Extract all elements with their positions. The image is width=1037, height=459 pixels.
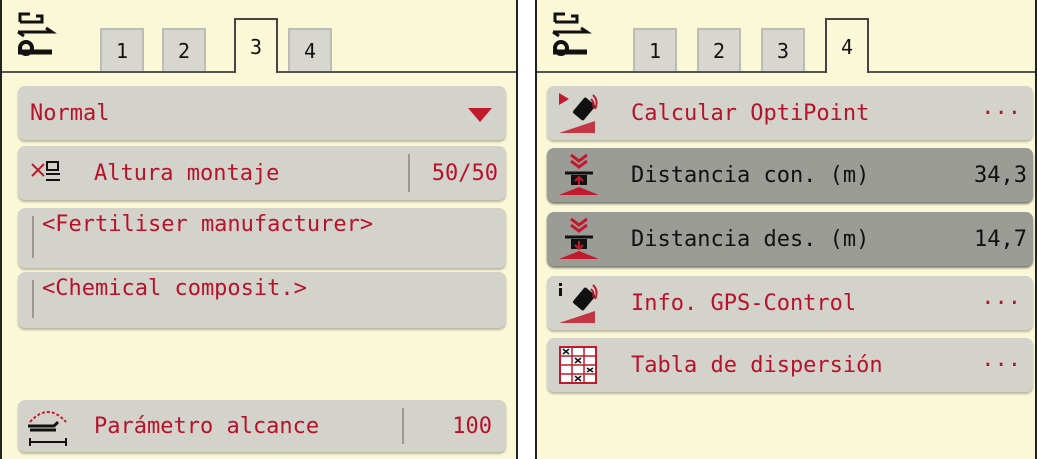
fertiliser-manufacturer-field[interactable]: <Fertiliser manufacturer>: [18, 208, 506, 268]
calculate-optipoint-button[interactable]: Calcular OptiPoint ···: [547, 86, 1033, 140]
switch-on-distance-button[interactable]: Distancia con. (m) 34,3: [547, 148, 1033, 202]
right-screen-panel: 1 2 3 4 Calcular OptiPoint ··· Distancia…: [535, 0, 1037, 459]
switch-on-distance-value: 34,3: [974, 162, 1027, 188]
tab-4[interactable]: 4: [288, 28, 332, 71]
switch-off-distance-icon: [557, 217, 601, 261]
mode-dropdown-value: Normal: [30, 100, 110, 126]
value-separator: [408, 154, 410, 192]
tab-1[interactable]: 1: [633, 28, 677, 71]
range-parameter-label: Parámetro alcance: [94, 413, 320, 439]
more-icon: ···: [981, 352, 1021, 378]
gps-info-icon: [557, 281, 601, 325]
mounting-height-value: 50/50: [431, 160, 498, 186]
dropdown-arrow-icon: [468, 108, 492, 122]
settings-tool-icon: [12, 10, 64, 60]
switch-on-distance-icon: [557, 153, 601, 197]
spread-chart-button[interactable]: Tabla de dispersión ···: [547, 338, 1033, 392]
chemical-composition-field[interactable]: <Chemical composit.>: [18, 272, 506, 328]
mounting-height-label: Altura montaje: [94, 160, 280, 186]
text-cursor: [32, 216, 34, 258]
settings-tool-icon: [547, 10, 599, 60]
tab-bar: 1 2 3 4: [2, 0, 516, 73]
mounting-height-icon: [30, 160, 60, 186]
optipoint-label: Calcular OptiPoint: [631, 100, 870, 126]
range-parameter-button[interactable]: Parámetro alcance 100: [18, 400, 506, 452]
tab-2[interactable]: 2: [697, 28, 741, 71]
tab-bar: 1 2 3 4: [537, 0, 1035, 73]
optipoint-gps-icon: [557, 91, 601, 135]
value-separator: [402, 408, 404, 444]
text-cursor: [32, 280, 34, 318]
range-parameter-value: 100: [452, 413, 492, 439]
gps-control-info-button[interactable]: Info. GPS-Control ···: [547, 276, 1033, 330]
tab-3[interactable]: 3: [761, 28, 805, 71]
switch-off-distance-label: Distancia des. (m): [631, 226, 870, 252]
switch-on-distance-label: Distancia con. (m): [631, 162, 870, 188]
chemical-composition-value: <Chemical composit.>: [42, 276, 307, 301]
spread-chart-label: Tabla de dispersión: [631, 352, 883, 378]
fertiliser-manufacturer-value: <Fertiliser manufacturer>: [42, 212, 374, 237]
throw-range-icon: [26, 404, 70, 448]
tab-underline: [537, 71, 1035, 73]
tab-3-active[interactable]: 3: [234, 18, 278, 73]
left-screen-panel: 1 2 3 4 Normal Altura montaje 50/50 <Fer…: [0, 0, 518, 459]
tab-1[interactable]: 1: [100, 28, 144, 71]
more-icon: ···: [981, 100, 1021, 126]
more-icon: ···: [981, 290, 1021, 316]
tab-4-active[interactable]: 4: [825, 18, 869, 73]
gps-control-label: Info. GPS-Control: [631, 290, 857, 316]
switch-off-distance-value: 14,7: [974, 226, 1027, 252]
mounting-height-button[interactable]: Altura montaje 50/50: [18, 146, 506, 200]
tab-2[interactable]: 2: [162, 28, 206, 71]
spread-chart-icon: [559, 346, 597, 384]
mode-dropdown[interactable]: Normal: [18, 86, 506, 140]
switch-off-distance-button[interactable]: Distancia des. (m) 14,7: [547, 212, 1033, 266]
